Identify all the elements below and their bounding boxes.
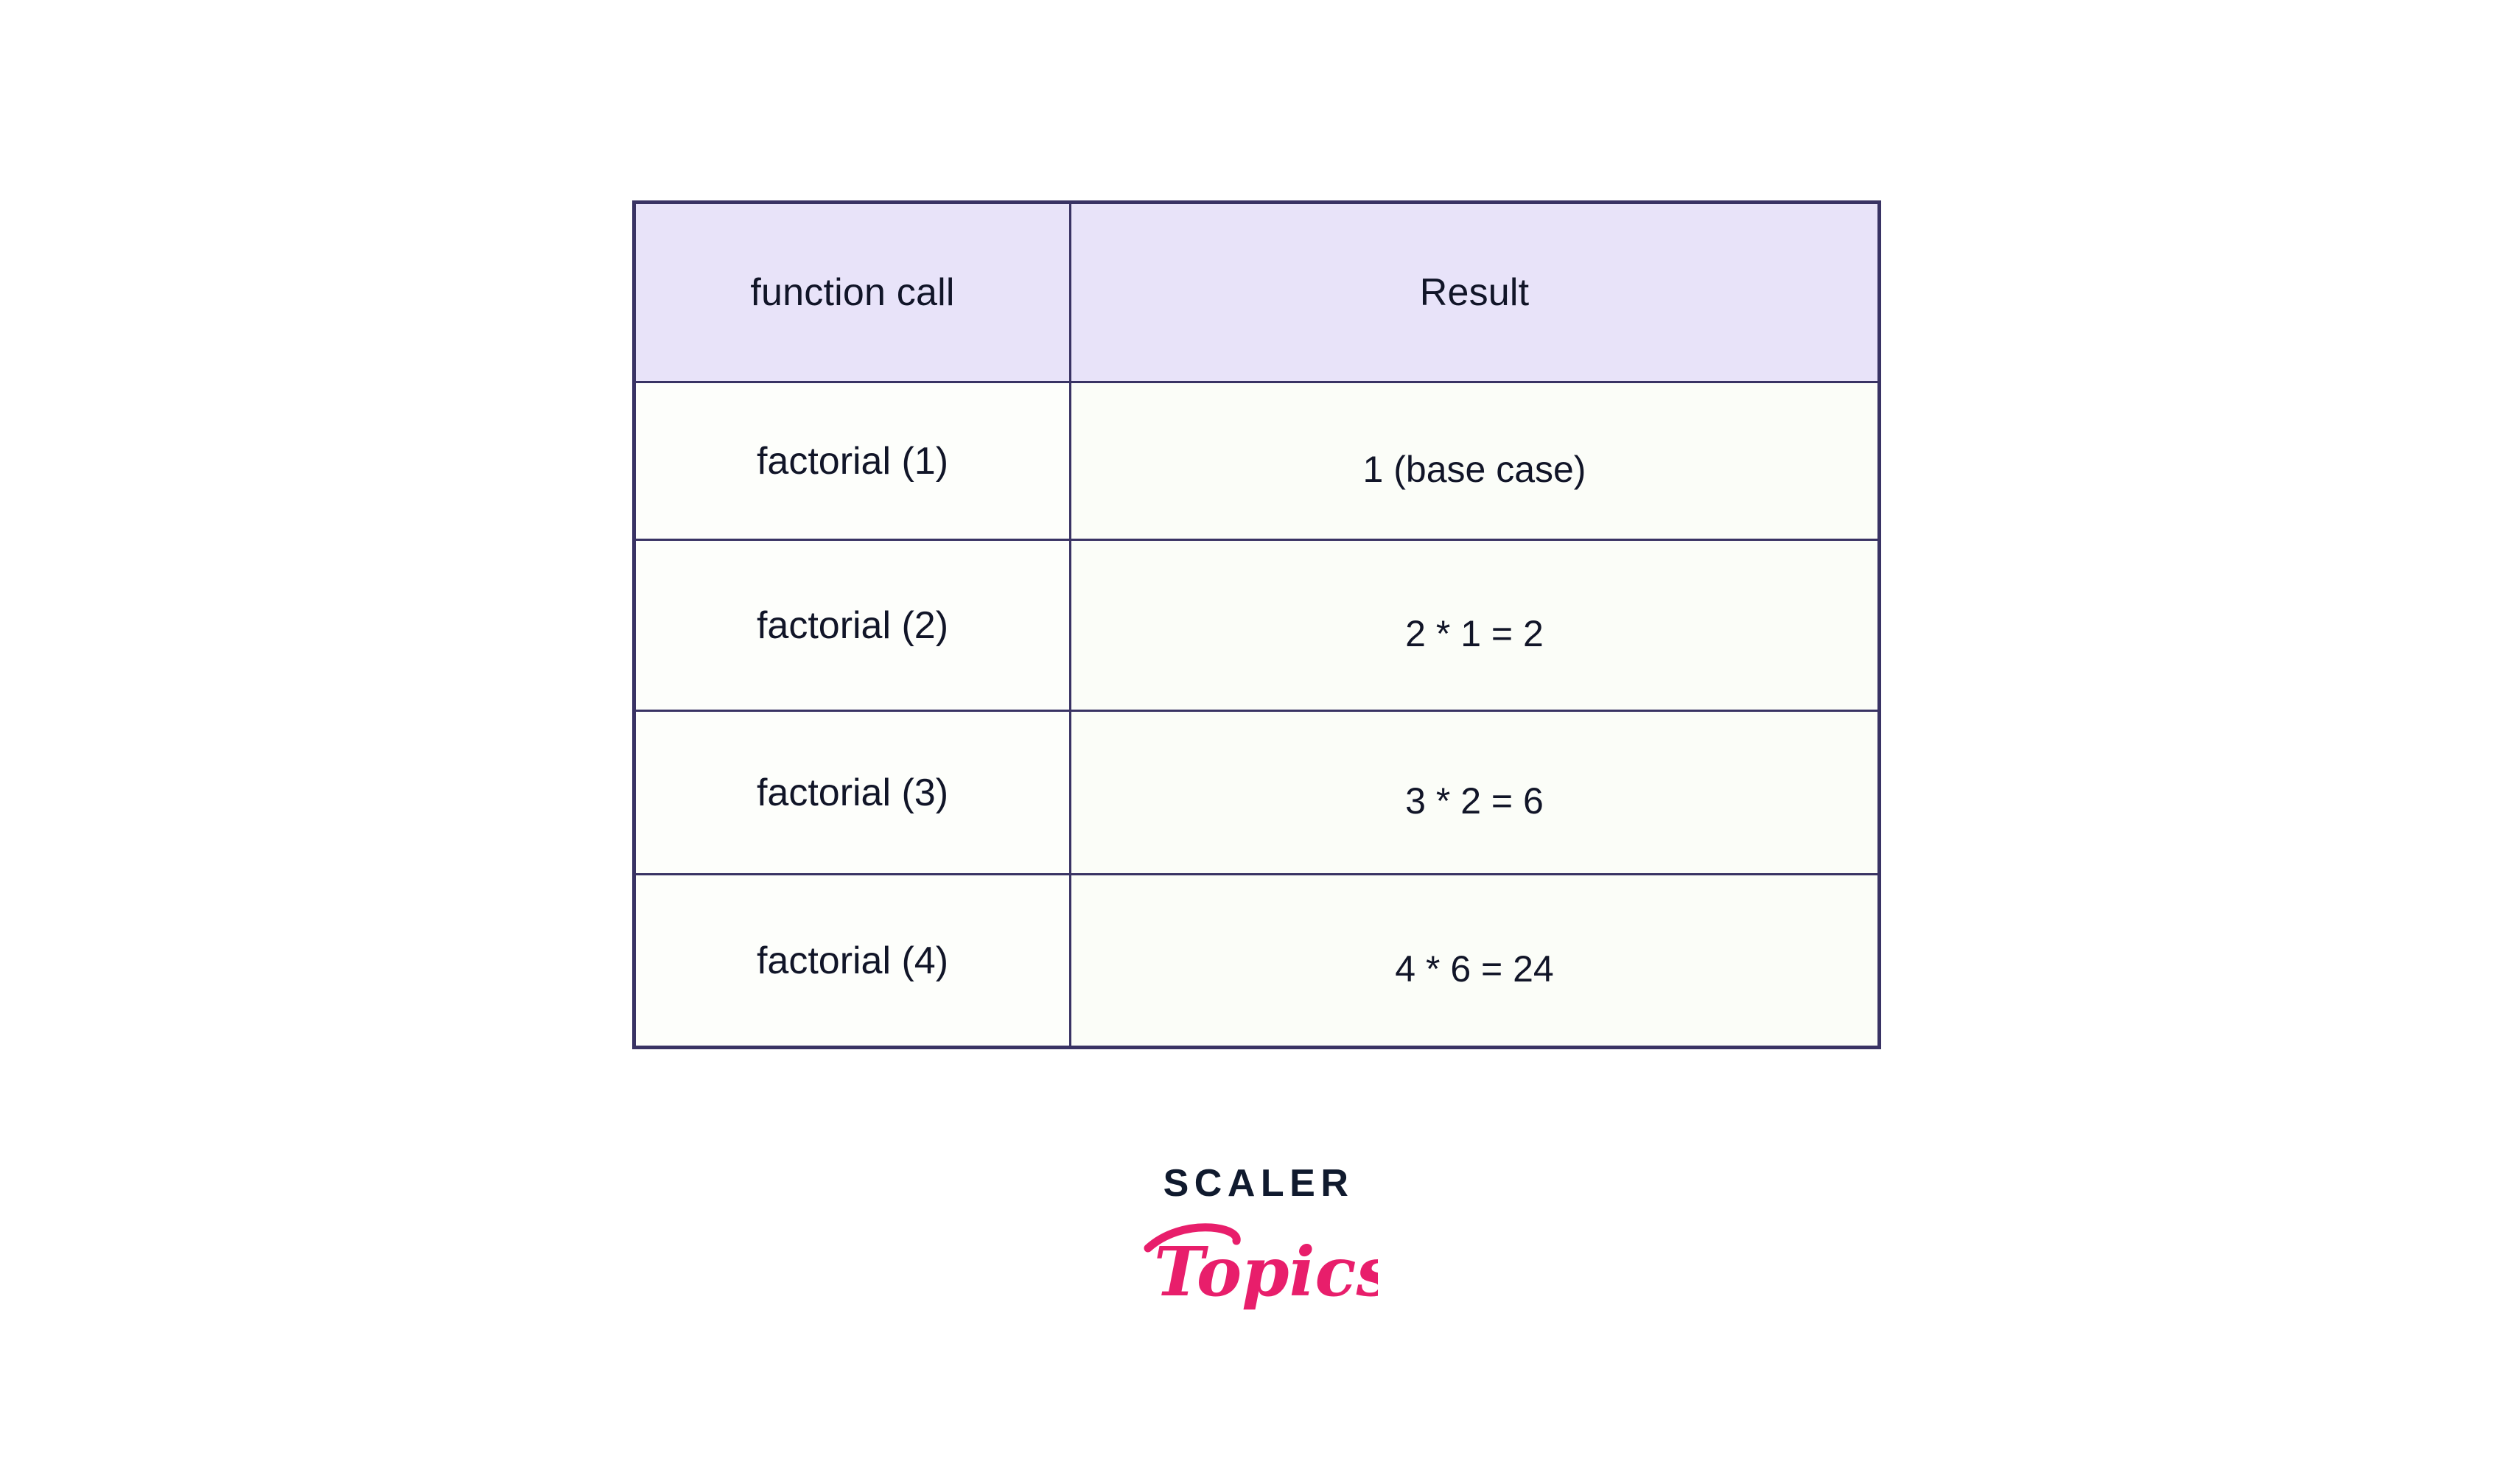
cell-function-call: factorial (4) <box>633 873 1071 1049</box>
topics-script-svg: Topics <box>1144 1223 1378 1312</box>
result-text: 4 * 6 = 24 <box>1395 948 1554 990</box>
cell-result: 1 (base case) <box>1069 381 1880 541</box>
recursion-trace-table-container: function call Result factorial (1) 1 (ba… <box>632 200 1881 1049</box>
cell-result: 2 * 1 = 2 <box>1069 539 1880 712</box>
column-header-result-label: Result <box>1419 271 1530 314</box>
function-call-text: factorial (3) <box>756 771 949 814</box>
table-header: function call Result <box>633 201 1880 383</box>
table-row: factorial (1) 1 (base case) <box>633 381 1880 541</box>
cell-result: 4 * 6 = 24 <box>1069 873 1880 1049</box>
function-call-text: factorial (1) <box>756 439 949 483</box>
column-header-function-call-label: function call <box>750 271 955 314</box>
table-row: factorial (4) 4 * 6 = 24 <box>633 873 1880 1049</box>
topics-script-text: Topics <box>1154 1232 1378 1312</box>
cell-function-call: factorial (3) <box>633 710 1071 875</box>
scaler-topics-logo: SCALER Topics <box>1135 1164 1378 1356</box>
cell-function-call: factorial (1) <box>633 381 1071 541</box>
result-text: 2 * 1 = 2 <box>1405 612 1544 654</box>
table-body: factorial (1) 1 (base case) factorial (2… <box>633 381 1880 1049</box>
recursion-trace-table: function call Result factorial (1) 1 (ba… <box>632 200 1881 1049</box>
cell-function-call: factorial (2) <box>633 539 1071 712</box>
table-row: factorial (3) 3 * 2 = 6 <box>633 710 1880 875</box>
result-text: 3 * 2 = 6 <box>1405 780 1544 822</box>
table-header-row: function call Result <box>633 201 1880 383</box>
table-row: factorial (2) 2 * 1 = 2 <box>633 539 1880 712</box>
scaler-wordmark: SCALER <box>1163 1162 1354 1205</box>
function-call-text: factorial (2) <box>756 603 949 647</box>
column-header-result: Result <box>1069 201 1880 383</box>
column-header-function-call: function call <box>633 201 1071 383</box>
result-text: 1 (base case) <box>1362 448 1586 490</box>
topics-script-logo: Topics <box>1135 1207 1378 1332</box>
cell-result: 3 * 2 = 6 <box>1069 710 1880 875</box>
function-call-text: factorial (4) <box>756 939 949 982</box>
